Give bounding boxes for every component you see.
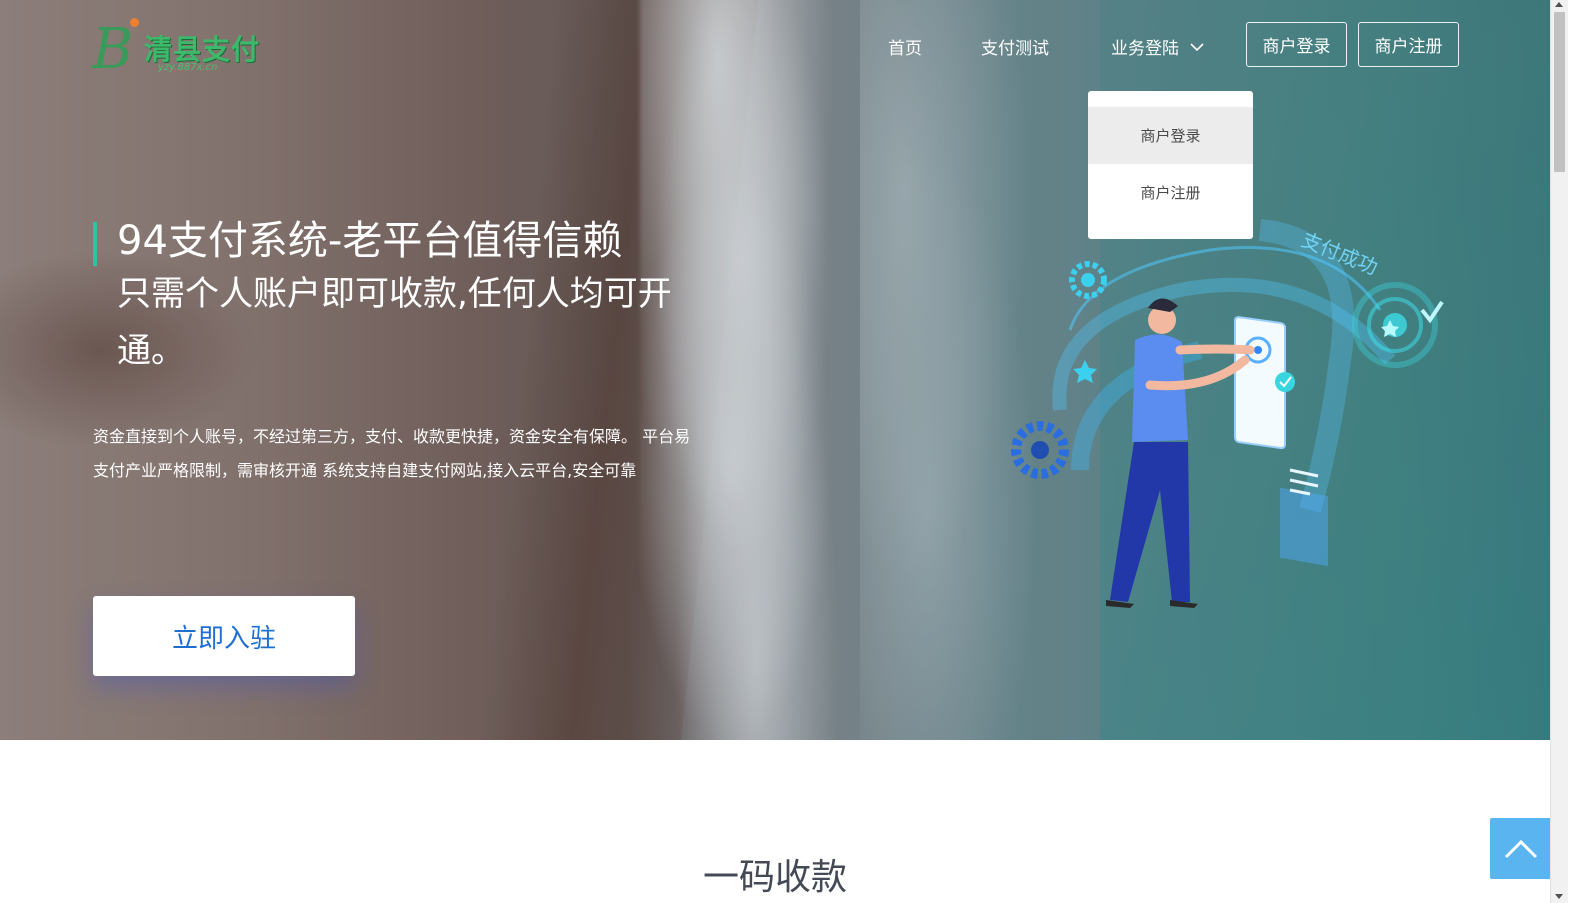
back-to-top-button[interactable] [1490,818,1551,879]
hero-banner: B 清县支付 yzy.887x.cn 首页 支付测试 业务登陆 商户登录 商户注… [0,0,1568,740]
join-now-button[interactable]: 立即入驻 [93,596,355,676]
nav-business-login-menu[interactable]: 业务登陆 [1111,34,1205,59]
gear-icon [1069,261,1107,299]
logo-url: yzy.887x.cn [158,62,218,73]
merchant-login-button[interactable]: 商户登录 [1246,22,1347,67]
hero-description: 资金直接到个人账号，不经过第三方，支付、收款更快捷，资金安全有保障。 平台易支付… [93,427,691,480]
gear-icon-large [1011,421,1069,479]
nav-business-login-label: 业务登陆 [1111,39,1179,59]
page: B 清县支付 yzy.887x.cn 首页 支付测试 业务登陆 商户登录 商户注… [0,0,1568,903]
logo-dot [130,18,139,27]
page-scrollbar[interactable] [1550,0,1568,903]
scroll-down-arrow-icon[interactable] [1555,894,1563,899]
nav-home-link[interactable]: 首页 [888,34,922,59]
hero-title: 94支付系统-老平台值得信赖 [117,218,623,264]
hero-subtitle: 只需个人账户即可收款,任何人均可开通。 [117,274,672,371]
scroll-up-arrow-icon[interactable] [1555,2,1563,7]
site-logo[interactable]: B 清县支付 yzy.887x.cn [92,16,284,86]
chevron-down-icon [1190,42,1204,51]
dropdown-item-merchant-login[interactable]: 商户登录 [1088,107,1253,164]
logo-letter: B [92,17,134,82]
nav-pay-test-link[interactable]: 支付测试 [981,34,1049,59]
scrollbar-thumb[interactable] [1554,12,1565,172]
arrow-up-icon [1504,839,1537,858]
merchant-register-button[interactable]: 商户注册 [1358,22,1459,67]
payment-illustration: 支付成功 [1011,219,1444,608]
section-title: 一码收款 [702,857,847,898]
title-accent-bar [93,222,97,266]
